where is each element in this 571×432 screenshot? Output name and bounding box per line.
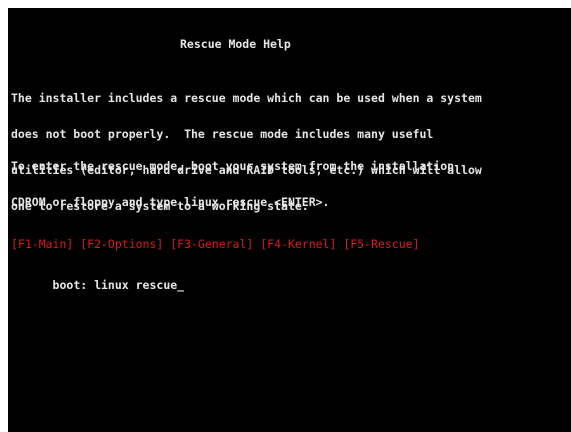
text-line: CDROM or floppy and type linux rescue <E… [11, 195, 330, 209]
text-line: To enter the rescue mode, boot your syst… [11, 159, 455, 173]
page-title: Rescue Mode Help [180, 37, 291, 51]
boot-prompt[interactable]: boot: linux rescue_ [11, 267, 185, 303]
rescue-instructions-paragraph: To enter the rescue mode, boot your syst… [11, 136, 454, 232]
window-frame: Rescue Mode Help The installer includes … [0, 0, 571, 432]
console-screen: Rescue Mode Help The installer includes … [8, 8, 571, 432]
text-cursor: _ [177, 278, 185, 292]
boot-command-input[interactable]: boot: linux rescue [53, 278, 178, 292]
function-key-bar: [F1-Main] [F2-Options] [F3-General] [F4-… [11, 237, 420, 251]
text-line: The installer includes a rescue mode whi… [11, 91, 482, 105]
